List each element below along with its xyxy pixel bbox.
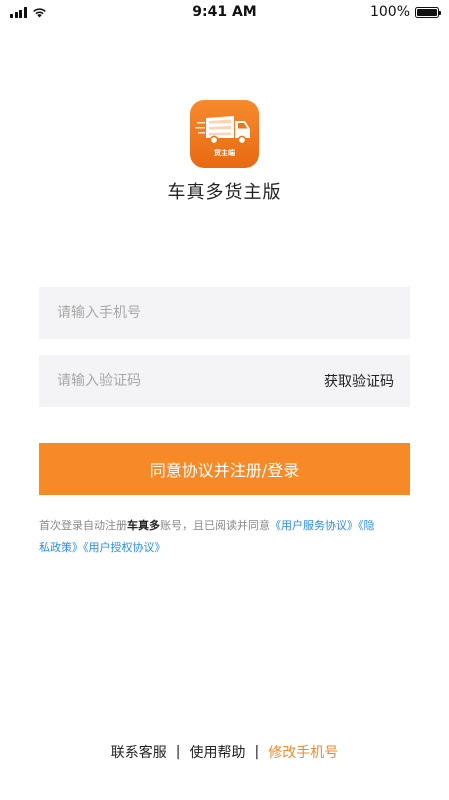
app-logo: 货主端 [190, 100, 259, 168]
change-phone-link[interactable]: 修改手机号 [268, 742, 338, 762]
status-left [10, 6, 130, 18]
footer-separator: | [254, 744, 260, 760]
agreement-middle: 账号，且已阅读并同意 [160, 519, 270, 532]
footer-links: 联系客服 | 使用帮助 | 修改手机号 [0, 742, 449, 762]
agreement-prefix: 首次登录自动注册 [39, 519, 127, 532]
get-code-button[interactable]: 获取验证码 [324, 371, 394, 391]
user-authorization-agreement-link[interactable]: 《用户授权协议》 [83, 541, 166, 554]
signal-icon [10, 6, 27, 18]
phone-input[interactable] [55, 304, 394, 322]
battery-percent: 100% [369, 4, 410, 20]
status-bar: 9:41 AM 100% [0, 0, 449, 24]
help-link[interactable]: 使用帮助 [190, 742, 246, 762]
agreement-brand: 车真多 [127, 519, 160, 532]
wifi-icon [32, 7, 46, 17]
code-field-container: 获取验证码 [39, 355, 410, 407]
status-time: 9:41 AM [192, 4, 257, 20]
app-title: 车真多货主版 [167, 182, 282, 203]
phone-field-container [39, 287, 410, 339]
status-right: 100% [319, 4, 441, 20]
agreement-text: 首次登录自动注册车真多账号，且已阅读并同意《用户服务协议》《隐私政策》《用户授权… [39, 515, 379, 559]
verification-code-input[interactable] [55, 372, 324, 390]
logo-badge: 货主端 [214, 149, 235, 157]
contact-support-link[interactable]: 联系客服 [111, 742, 167, 762]
user-service-agreement-link[interactable]: 《用户服务协议》 [270, 519, 358, 532]
agree-and-login-button[interactable]: 同意协议并注册/登录 [39, 443, 410, 495]
footer-separator: | [175, 744, 181, 760]
battery-icon [415, 6, 441, 18]
login-screen: 9:41 AM 100% 货主端 车真多货主版 请输入手机号 请输入验证码 获取… [0, 0, 449, 800]
